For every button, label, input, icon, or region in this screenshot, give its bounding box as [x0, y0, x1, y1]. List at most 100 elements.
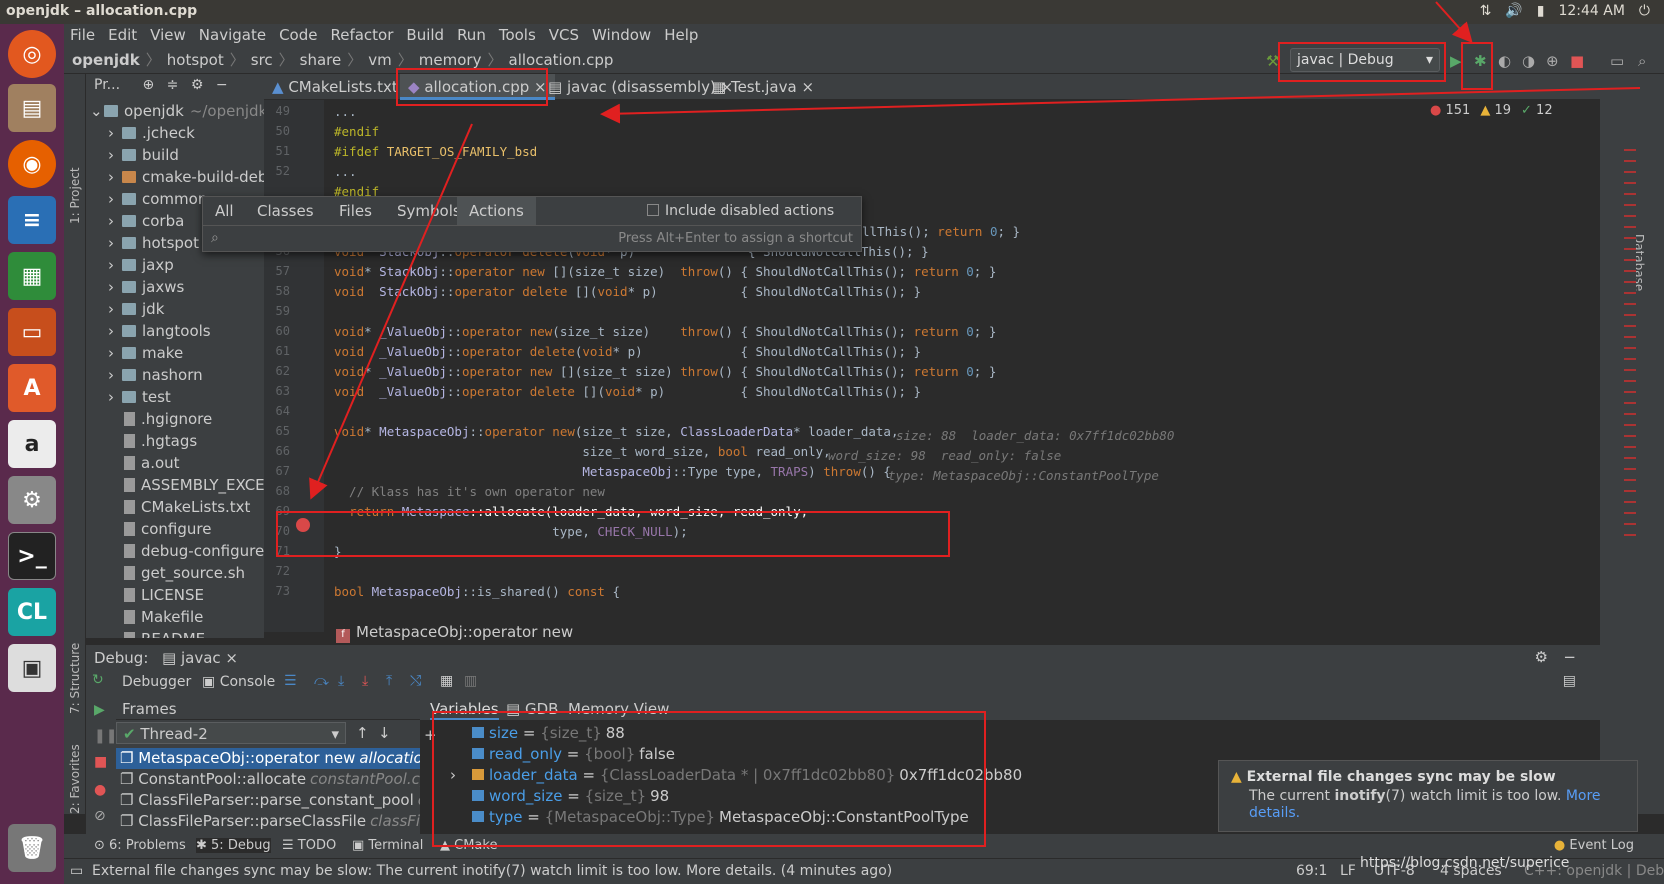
amazon-icon[interactable]: a [8, 420, 56, 468]
breadcrumb-openjdk[interactable]: openjdk [72, 51, 140, 69]
tree-item[interactable]: › .jcheck [108, 122, 195, 143]
code-line[interactable]: void* _ValueObj::operator new(size_t siz… [334, 324, 996, 344]
coverage-icon[interactable]: ◐ [1498, 52, 1511, 70]
include-disabled-checkbox[interactable]: Include disabled actions [647, 203, 834, 219]
tree-item[interactable]: › langtools [108, 320, 211, 341]
menu-tools[interactable]: Tools [499, 26, 536, 44]
popup-tab-all[interactable]: All [203, 197, 246, 225]
popup-search-input[interactable]: ⌕ Press Alt+Enter to assign a shortcut [203, 225, 861, 251]
chevron-icon[interactable]: › [108, 344, 122, 362]
chevron-icon[interactable]: › [108, 322, 122, 340]
code-line[interactable]: void* _ValueObj::operator new [](size_t … [334, 364, 996, 384]
close-icon[interactable]: × [801, 78, 814, 96]
tree-item[interactable]: CMakeLists.txt [124, 496, 250, 517]
menu-vcs[interactable]: VCS [549, 26, 579, 44]
debug-session-tab[interactable]: ▤ javac × [162, 649, 238, 667]
restore-layout-icon[interactable]: ☰ [284, 673, 297, 689]
code-line[interactable]: bool MetaspaceObj::is_shared() const { [334, 584, 620, 604]
menu-run[interactable]: Run [457, 26, 486, 44]
tree-item[interactable]: .hgtags [124, 430, 197, 451]
tree-item[interactable]: README [124, 628, 205, 638]
caret-position[interactable]: 69:1 [1296, 863, 1327, 879]
tree-item[interactable]: › hotspot [108, 232, 199, 253]
volume-icon[interactable]: 🔊 [1505, 3, 1522, 19]
menu-navigate[interactable]: Navigate [199, 26, 266, 44]
menu-help[interactable]: Help [664, 26, 698, 44]
breadcrumb-share[interactable]: share [300, 51, 342, 69]
chevron-icon[interactable]: ⌄ [90, 102, 104, 120]
tree-item[interactable]: configure [124, 518, 211, 539]
frame-row[interactable]: ❐ ClassFileParser::parseClassFile classFi… [116, 811, 420, 832]
menu-code[interactable]: Code [279, 26, 317, 44]
writer-icon[interactable]: ≡ [8, 196, 56, 244]
code-line[interactable]: ... [334, 104, 357, 124]
status-message[interactable]: External file changes sync may be slow: … [92, 863, 892, 879]
tree-item[interactable]: ⌄ openjdk ~/openjdk [90, 100, 264, 121]
code-line[interactable]: void StackObj::operator delete [](void* … [334, 284, 921, 304]
save-drive-icon[interactable]: ▣ [8, 644, 56, 692]
project-tool-label[interactable]: 1: Project [68, 167, 82, 224]
code-line[interactable]: // Klass has it's own operator new [334, 484, 605, 504]
breadcrumb-file[interactable]: allocation.cpp [509, 51, 614, 69]
run-icon[interactable]: ▶ [1450, 52, 1462, 70]
chevron-icon[interactable]: › [108, 146, 122, 164]
clock[interactable]: 12:44 AM [1558, 3, 1624, 19]
chevron-icon[interactable]: › [108, 212, 122, 230]
code-line[interactable]: void* StackObj::operator new [](size_t s… [334, 264, 996, 284]
impress-icon[interactable]: ▭ [8, 308, 56, 356]
gear-icon[interactable]: ⚙ [1535, 648, 1548, 666]
run-to-cursor-icon[interactable]: ⤭ [410, 673, 421, 689]
minimize-icon[interactable]: − [216, 77, 228, 93]
breadcrumb-src[interactable]: src [251, 51, 273, 69]
target-icon[interactable]: ⊕ [142, 77, 154, 93]
chevron-icon[interactable]: › [108, 278, 122, 296]
code-breadcrumb[interactable]: f MetaspaceObj::operator new [324, 623, 1600, 643]
chevron-icon[interactable]: › [108, 256, 122, 274]
tree-item[interactable]: › make [108, 342, 183, 363]
tab-console[interactable]: ▣ Console [202, 674, 275, 690]
tree-item[interactable]: › cmake-build-debug [108, 166, 264, 187]
step-over-icon[interactable]: ⤼ [314, 673, 329, 689]
tree-item[interactable]: ASSEMBLY_EXCEPTION [124, 474, 264, 495]
menu-window[interactable]: Window [592, 26, 651, 44]
tree-item[interactable]: get_source.sh [124, 562, 245, 583]
calc-icon[interactable]: ▦ [8, 252, 56, 300]
collapse-icon[interactable]: ≑ [167, 77, 179, 93]
tool-event-log[interactable]: ● Event Log [1554, 838, 1634, 853]
tree-item[interactable]: › build [108, 144, 179, 165]
menu-view[interactable]: View [150, 26, 186, 44]
menu-edit[interactable]: Edit [108, 26, 137, 44]
tree-item[interactable]: › jaxws [108, 276, 184, 297]
trash-icon[interactable]: 🗑 [8, 824, 56, 872]
tree-item[interactable]: LICENSE [124, 584, 204, 605]
system-tray[interactable]: ⇅ 🔊 ▮ 12:44 AM ⏻ [1480, 3, 1650, 19]
evaluate-icon[interactable]: ▦ [440, 673, 453, 689]
menu-file[interactable]: File [70, 26, 95, 44]
popup-tab-actions[interactable]: Actions [457, 197, 536, 225]
battery-icon[interactable]: ▮ [1537, 3, 1545, 19]
rerun-icon[interactable]: ↻ [92, 672, 104, 688]
tool-todo[interactable]: ☰ TODO [282, 838, 336, 853]
thread-select[interactable]: ✔ Thread-2 ▾ [116, 722, 346, 744]
code-line[interactable]: #endif [334, 124, 379, 144]
resume-icon[interactable]: ▶ [94, 702, 105, 718]
tree-item[interactable]: debug-configure [124, 540, 264, 561]
tree-item[interactable]: › test [108, 386, 171, 407]
tree-item[interactable]: › jaxp [108, 254, 174, 275]
breadcrumb-memory[interactable]: memory [419, 51, 482, 69]
search-icon[interactable]: ⌕ [1638, 52, 1646, 70]
frame-row[interactable]: ❐ ConstantPool::allocateconstantPool.cpp [116, 769, 420, 790]
tree-item[interactable]: Makefile [124, 606, 203, 627]
frame-row[interactable]: ❐ MetaspaceObj::operator newallocation.c… [116, 748, 420, 769]
notification-balloon[interactable]: ▲ External file changes sync may be slow… [1218, 760, 1638, 832]
trace-icon[interactable]: ▥ [464, 673, 477, 689]
error-stripe[interactable] [1624, 140, 1636, 540]
frame-row[interactable]: ❐ ClassFileParser::parse_constant_poolcl… [116, 790, 420, 811]
code-line[interactable]: void _ValueObj::operator delete [](void*… [334, 384, 921, 404]
tool-problems[interactable]: ⊙ 6: Problems [94, 838, 186, 853]
gear-icon[interactable]: ⚙ [191, 77, 204, 93]
power-icon[interactable]: ⏻ [1639, 3, 1650, 19]
frame-up-icon[interactable]: ↑ [356, 724, 369, 742]
layout-icon[interactable]: ▭ [1610, 52, 1624, 70]
profile-icon[interactable]: ◑ [1522, 52, 1535, 70]
